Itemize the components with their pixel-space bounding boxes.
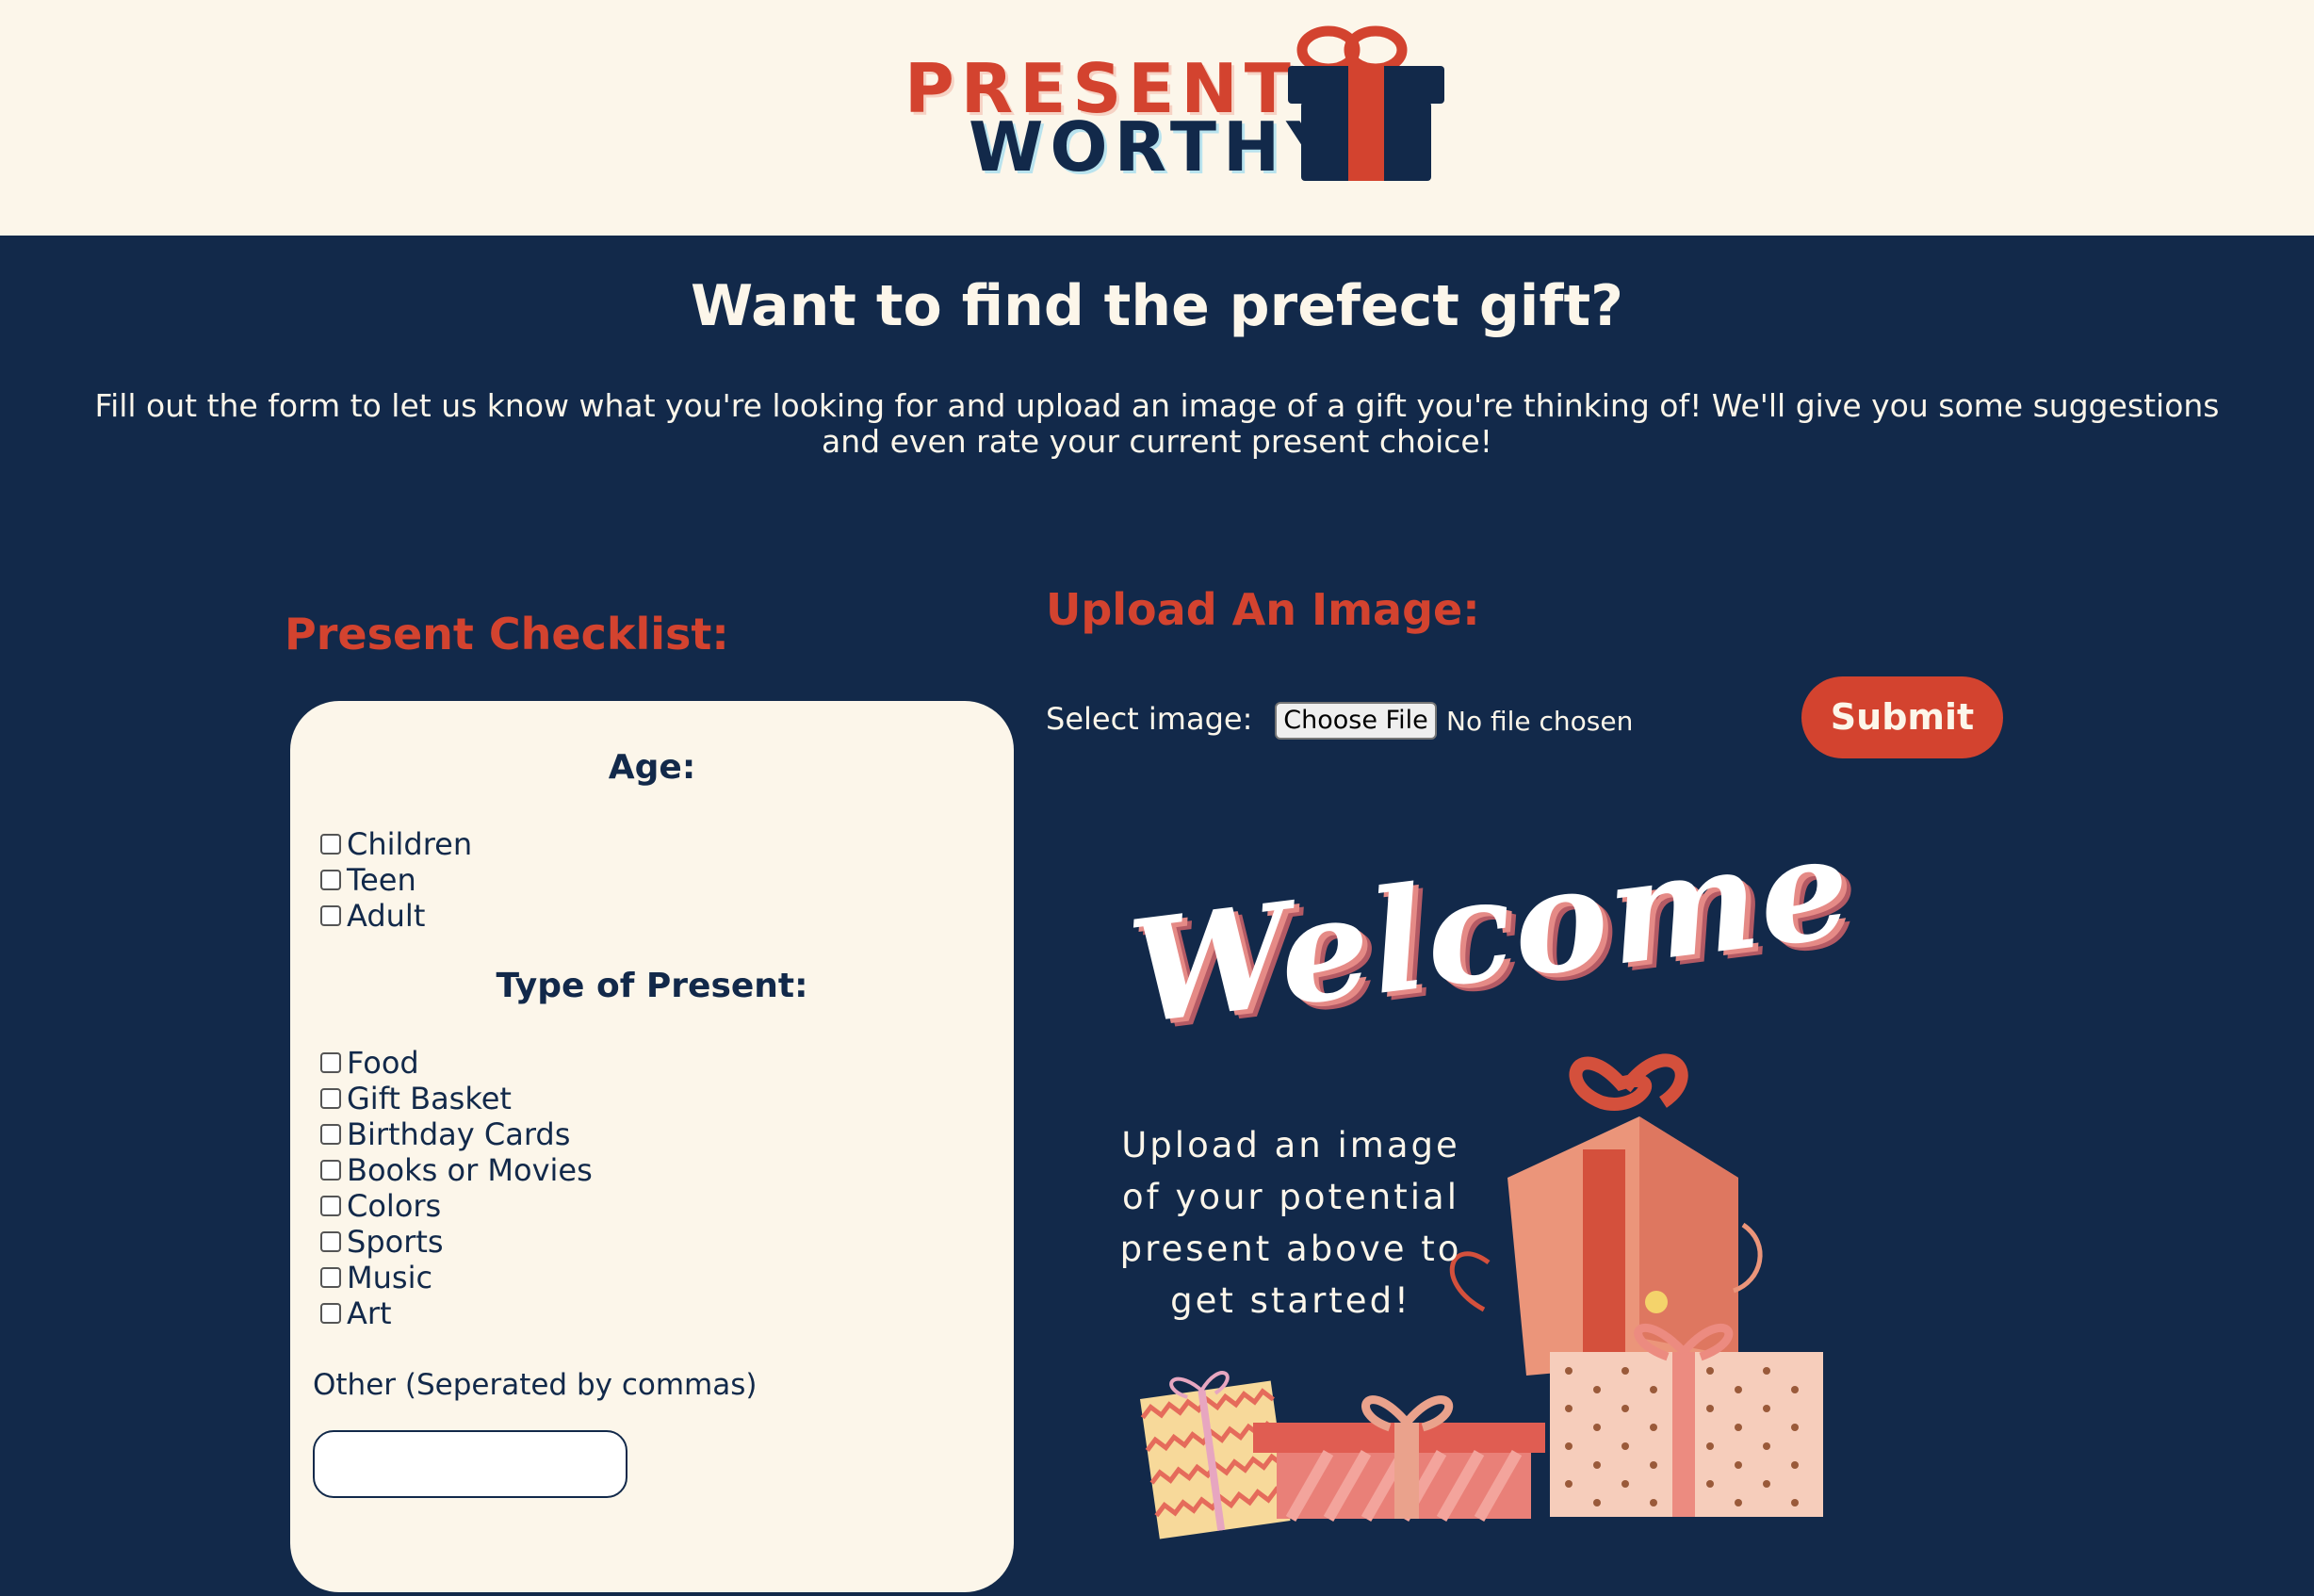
site-header: PRESENT WORTHY — [0, 0, 2314, 236]
option-label: Sports — [347, 1224, 444, 1260]
option-label: Adult — [347, 898, 426, 934]
type-option-food[interactable]: Food — [320, 1045, 419, 1081]
option-label: Art — [347, 1295, 392, 1331]
option-label: Children — [347, 826, 473, 862]
type-group-title: Type of Present: — [496, 967, 808, 1005]
checkbox[interactable] — [320, 1231, 341, 1252]
checkbox[interactable] — [320, 1160, 341, 1181]
option-label: Gift Basket — [347, 1081, 512, 1116]
checkbox[interactable] — [320, 1088, 341, 1109]
option-label: Teen — [347, 862, 416, 898]
present-worthy-logo[interactable]: PRESENT WORTHY — [900, 17, 1446, 187]
other-field-label: Other (Seperated by commas) — [313, 1368, 758, 1402]
type-option-colors[interactable]: Colors — [320, 1188, 441, 1224]
welcome-instructions: Upload an image of your potential presen… — [1102, 1119, 1479, 1327]
option-label: Colors — [347, 1188, 442, 1224]
age-option-adult[interactable]: Adult — [320, 898, 425, 934]
submit-button[interactable]: Submit — [1801, 676, 2003, 758]
checkbox[interactable] — [320, 1303, 341, 1324]
checkbox[interactable] — [320, 905, 341, 926]
checkbox[interactable] — [320, 1267, 341, 1288]
checkbox[interactable] — [320, 1052, 341, 1073]
type-option-sports[interactable]: Sports — [320, 1224, 444, 1260]
present-checklist-title: Present Checklist: — [285, 609, 729, 660]
instruction-line: of your potential — [1122, 1177, 1459, 1217]
option-label: Food — [347, 1045, 419, 1081]
upload-image-title: Upload An Image: — [1046, 584, 1480, 635]
file-status-text: No file chosen — [1446, 706, 1634, 737]
choose-file-button[interactable]: Choose File — [1275, 702, 1437, 740]
page-headline: Want to find the prefect gift? — [691, 273, 1623, 339]
other-input[interactable] — [313, 1430, 627, 1498]
age-option-children[interactable]: Children — [320, 826, 472, 862]
type-option-art[interactable]: Art — [320, 1295, 392, 1331]
age-group-title: Age: — [608, 748, 696, 787]
age-option-teen[interactable]: Teen — [320, 862, 416, 898]
instruction-line: Upload an image — [1121, 1125, 1460, 1165]
checklist-card: Age: Children Teen Adult Type of Present… — [290, 701, 1014, 1592]
checkbox[interactable] — [320, 834, 341, 855]
type-option-birthday-cards[interactable]: Birthday Cards — [320, 1116, 570, 1152]
type-option-music[interactable]: Music — [320, 1260, 432, 1295]
type-option-books-or-movies[interactable]: Books or Movies — [320, 1152, 593, 1188]
select-image-label: Select image: — [1046, 701, 1253, 737]
gift-box-icon — [1288, 25, 1444, 181]
intro-text: Fill out the form to let us know what yo… — [94, 387, 2220, 460]
checkbox[interactable] — [320, 870, 341, 890]
option-label: Music — [347, 1260, 433, 1295]
instruction-line: get started! — [1170, 1280, 1411, 1321]
checkbox[interactable] — [320, 1124, 341, 1145]
instruction-line: present above to — [1119, 1229, 1462, 1269]
checkbox[interactable] — [320, 1196, 341, 1216]
option-label: Birthday Cards — [347, 1116, 571, 1152]
option-label: Books or Movies — [347, 1152, 593, 1188]
type-option-gift-basket[interactable]: Gift Basket — [320, 1081, 512, 1116]
